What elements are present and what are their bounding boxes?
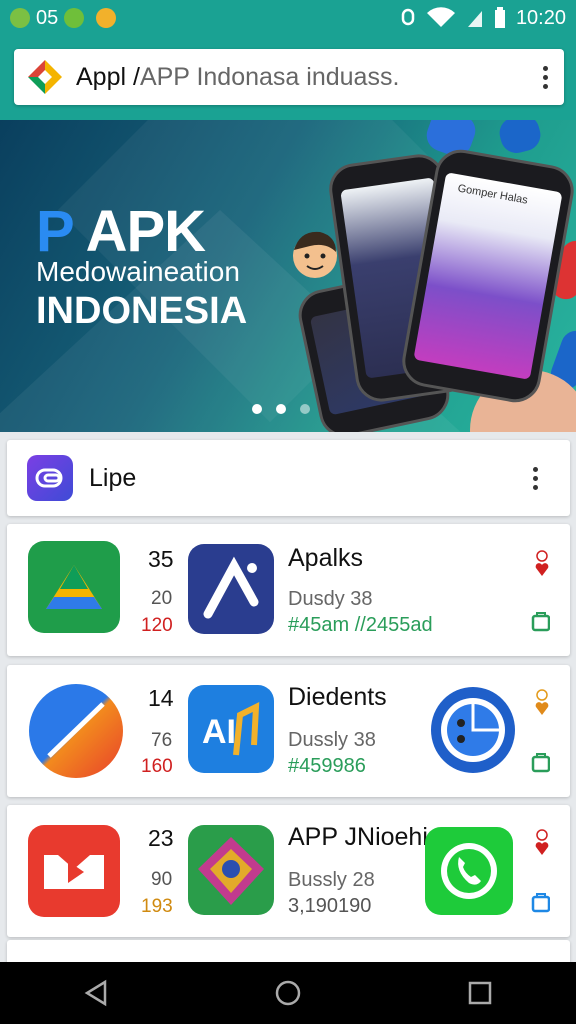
wifi-icon <box>426 7 455 27</box>
heart-icon[interactable] <box>532 829 552 859</box>
app-stat-accent: 120 <box>141 615 173 636</box>
heart-icon[interactable] <box>532 550 552 580</box>
banner-title: P APK <box>36 199 206 264</box>
app-info: #459986 <box>288 755 366 777</box>
search-value: Appl / <box>76 62 140 91</box>
app-stat-count: 14 <box>148 685 174 711</box>
download-bag-icon[interactable] <box>530 610 550 632</box>
download-bag-icon[interactable] <box>530 891 550 913</box>
overflow-menu-icon[interactable] <box>538 65 552 89</box>
list-item[interactable]: 14 76 160 AI Diedents Dussly 38 #459986 <box>7 665 570 797</box>
face-emoji-icon <box>293 231 337 278</box>
notification-icon <box>64 8 85 28</box>
heart-icon[interactable] <box>532 689 552 719</box>
overflow-menu-icon[interactable] <box>528 466 542 490</box>
notification-icon <box>10 8 30 28</box>
notification-icon <box>96 8 117 28</box>
app-stat-count: 23 <box>148 825 174 851</box>
alarm-icon <box>401 8 415 26</box>
media-app-icon: AI <box>188 685 274 773</box>
banner-subtitle: Medowaineation <box>36 256 240 287</box>
app-stat-secondary: 76 <box>151 730 173 751</box>
list-item[interactable]: 35 20 120 Apalks Dusdy 38 #45am //2455ad <box>7 524 570 656</box>
google-play-logo-icon <box>28 60 62 94</box>
browser-app-icon <box>29 684 123 778</box>
lipe-app-icon <box>27 455 73 501</box>
promo-banner[interactable]: P APK Medowaineation INDONESIA Gomper Ha… <box>0 120 576 432</box>
app-name: Apalks <box>288 544 364 572</box>
game-app-icon <box>188 825 274 915</box>
download-bag-icon[interactable] <box>530 751 550 773</box>
search-input[interactable]: Appl / APP Indonasa induass. <box>14 49 564 105</box>
app-stat-secondary: 20 <box>151 588 173 609</box>
app-info: 3,190190 <box>288 895 372 917</box>
carousel-indicator[interactable] <box>252 404 310 414</box>
featured-app-card[interactable]: Lipe <box>7 440 570 516</box>
app-downloads: Bussly 28 <box>288 869 375 891</box>
app-stat-count: 35 <box>148 546 174 572</box>
battery-icon <box>494 7 505 28</box>
video-app-icon <box>28 825 120 917</box>
app-downloads: Dussly 38 <box>288 729 376 751</box>
phone-app-icon <box>425 827 513 915</box>
app-info: #45am //2455ad <box>288 614 433 636</box>
status-time: 10:20 <box>515 6 566 29</box>
app-stat-secondary: 90 <box>151 869 173 890</box>
status-left-text: 05 <box>36 6 59 29</box>
search-placeholder: APP Indonasa induass. <box>139 62 400 91</box>
app-stat-accent: 160 <box>141 756 173 777</box>
app-stat-accent: 193 <box>141 896 173 917</box>
list-item[interactable]: 23 90 193 APP JNioehiars Bussly 28 3,190… <box>7 805 570 937</box>
apks-app-icon <box>188 544 274 634</box>
drive-app-icon <box>28 541 120 633</box>
back-icon[interactable] <box>81 978 111 1008</box>
home-icon[interactable] <box>273 978 303 1008</box>
app-downloads: Dusdy 38 <box>288 588 373 610</box>
banner-subtitle-country: INDONESIA <box>36 290 248 332</box>
floating-app-icon <box>496 120 544 157</box>
system-nav-bar <box>0 962 576 1024</box>
signal-icon <box>467 11 482 27</box>
clock-app-icon <box>431 687 515 773</box>
app-bar: Appl / APP Indonasa induass. <box>0 36 576 120</box>
recents-icon[interactable] <box>465 978 495 1008</box>
app-name: Diedents <box>288 683 387 711</box>
status-bar: 05 10:20 <box>0 0 576 36</box>
featured-app-label: Lipe <box>89 463 137 492</box>
svg-text:AI: AI <box>202 713 236 751</box>
